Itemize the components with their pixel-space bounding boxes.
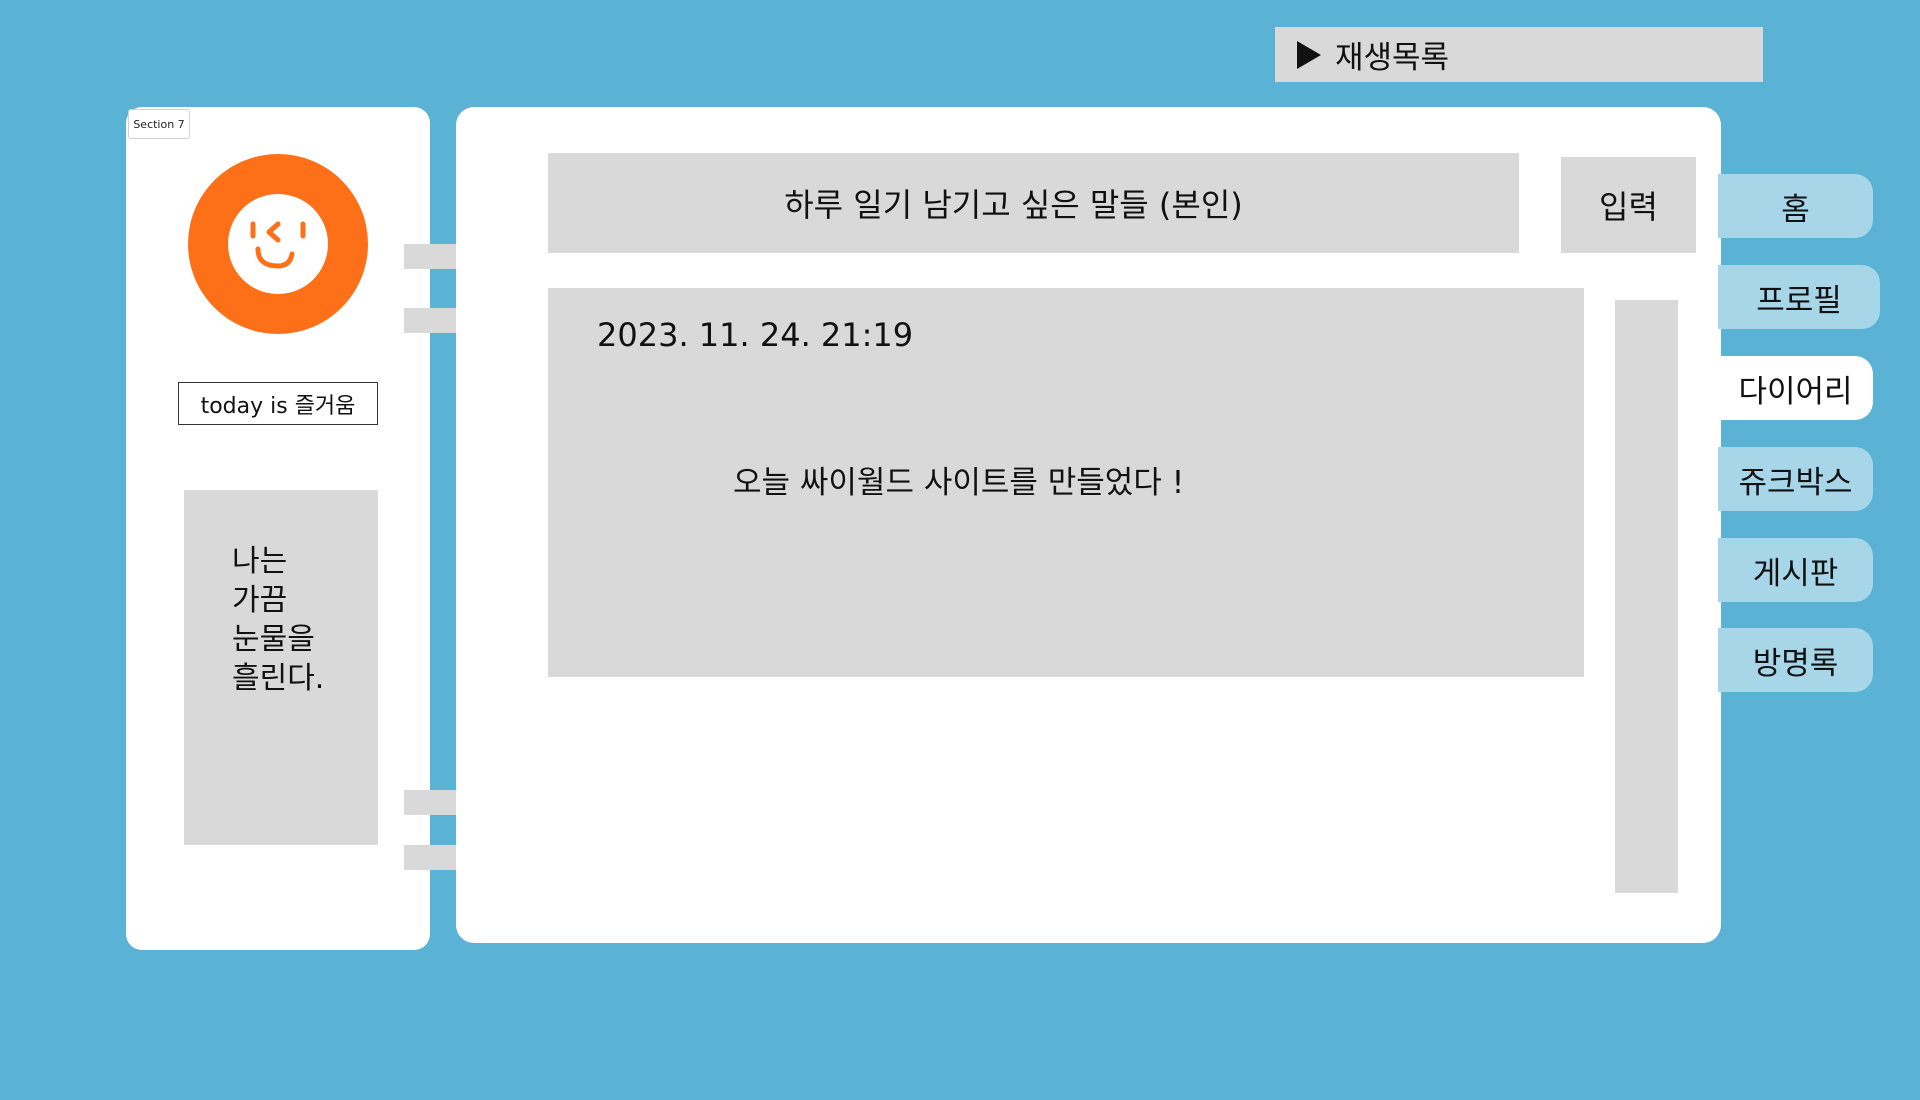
entry-text: 오늘 싸이월드 사이트를 만들었다 ! (733, 465, 1185, 501)
quote-line: 눈물을 (232, 622, 315, 657)
scrollbar[interactable] (1615, 300, 1678, 893)
tab-jukebox[interactable]: 쥬크박스 (1718, 447, 1873, 511)
tab-profile[interactable]: 프로필 (1718, 265, 1880, 329)
submit-button[interactable]: 입력 (1561, 157, 1696, 253)
today-mood-box: today is 즐거움 (178, 382, 378, 425)
playlist-bar[interactable]: 재생목록 (1275, 27, 1763, 82)
diary-title-input[interactable]: 하루 일기 남기고 싶은 말들 (본인) (548, 153, 1519, 253)
tab-diary[interactable]: 다이어리 (1718, 356, 1873, 420)
diary-title-text: 하루 일기 남기고 싶은 말들 (본인) (784, 186, 1243, 224)
section-label: Section 7 (128, 109, 190, 139)
quote-line: 나는 (232, 544, 288, 579)
playlist-label: 재생목록 (1335, 40, 1450, 76)
tab-home[interactable]: 홈 (1718, 174, 1873, 238)
tab-board[interactable]: 게시판 (1718, 538, 1873, 602)
wink-face-icon (228, 194, 328, 294)
avatar (188, 154, 368, 334)
profile-quote: 나는 가끔 눈물을 흘린다. (184, 490, 378, 845)
quote-line: 가끔 (232, 583, 288, 618)
tab-guestbook[interactable]: 방명록 (1718, 628, 1873, 692)
entry-date: 2023. 11. 24. 21:19 (597, 316, 914, 354)
play-icon[interactable] (1297, 40, 1321, 69)
quote-line: 흘린다. (232, 661, 325, 696)
